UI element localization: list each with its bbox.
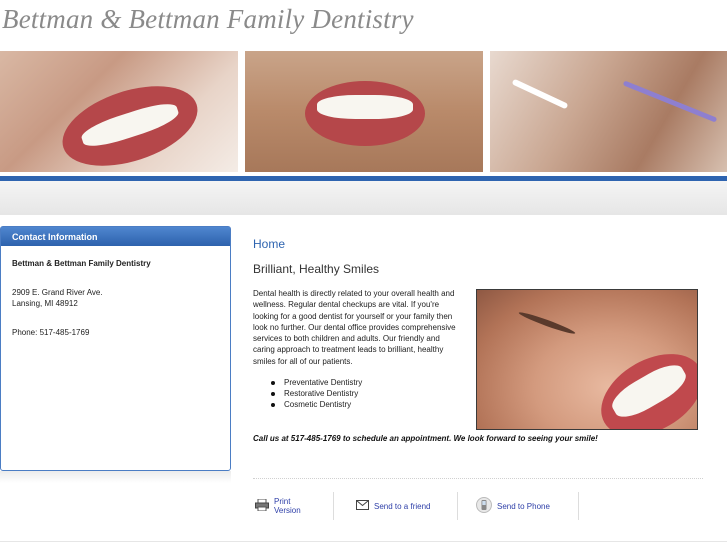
- printer-icon: [255, 498, 269, 513]
- list-item: Cosmetic Dentistry: [271, 399, 362, 410]
- send-to-phone-label[interactable]: Send to Phone: [497, 502, 550, 511]
- divider: [253, 478, 703, 479]
- contact-panel-heading: Contact Information: [1, 227, 230, 246]
- footer-divider: [0, 541, 727, 542]
- main-content: Home Brilliant, Healthy Smiles Dental he…: [231, 226, 703, 531]
- call-to-action: Call us at 517-485-1769 to schedule an a…: [253, 434, 598, 443]
- address-line-1: 2909 E. Grand River Ave.: [12, 288, 103, 297]
- sidebar-shadow: [0, 471, 231, 483]
- send-to-friend-label[interactable]: Send to a friend: [374, 502, 430, 511]
- header-photo-smile-2: [245, 51, 483, 172]
- list-item: Preventative Dentistry: [271, 377, 362, 388]
- print-version-label[interactable]: Print Version: [274, 497, 319, 515]
- page-title: Home: [253, 237, 286, 251]
- send-to-phone-link[interactable]: Send to Phone: [458, 492, 579, 520]
- contact-panel: Contact Information Bettman & Bettman Fa…: [0, 226, 231, 471]
- nav-band: [0, 181, 727, 215]
- list-item: Restorative Dentistry: [271, 388, 362, 399]
- phone-number: Phone: 517-485-1769: [12, 328, 90, 337]
- feature-smile-photo: [476, 289, 698, 430]
- services-list: Preventative Dentistry Restorative Denti…: [271, 377, 362, 410]
- header-photo-brushing: [490, 51, 727, 172]
- phone-icon: [476, 497, 492, 515]
- envelope-icon: [356, 500, 369, 512]
- site-title[interactable]: Bettman & Bettman Family Dentistry: [2, 4, 414, 35]
- header-photo-smile-1: [0, 51, 238, 172]
- page-actions: Print Version Send to a friend Send to P…: [253, 492, 579, 520]
- send-to-friend-link[interactable]: Send to a friend: [334, 492, 458, 520]
- address-line-2: Lansing, MI 48912: [12, 299, 78, 308]
- business-name: Bettman & Bettman Family Dentistry: [12, 259, 151, 268]
- print-version-link[interactable]: Print Version: [253, 492, 334, 520]
- intro-paragraph: Dental health is directly related to you…: [253, 289, 456, 366]
- section-heading: Brilliant, Healthy Smiles: [253, 262, 380, 276]
